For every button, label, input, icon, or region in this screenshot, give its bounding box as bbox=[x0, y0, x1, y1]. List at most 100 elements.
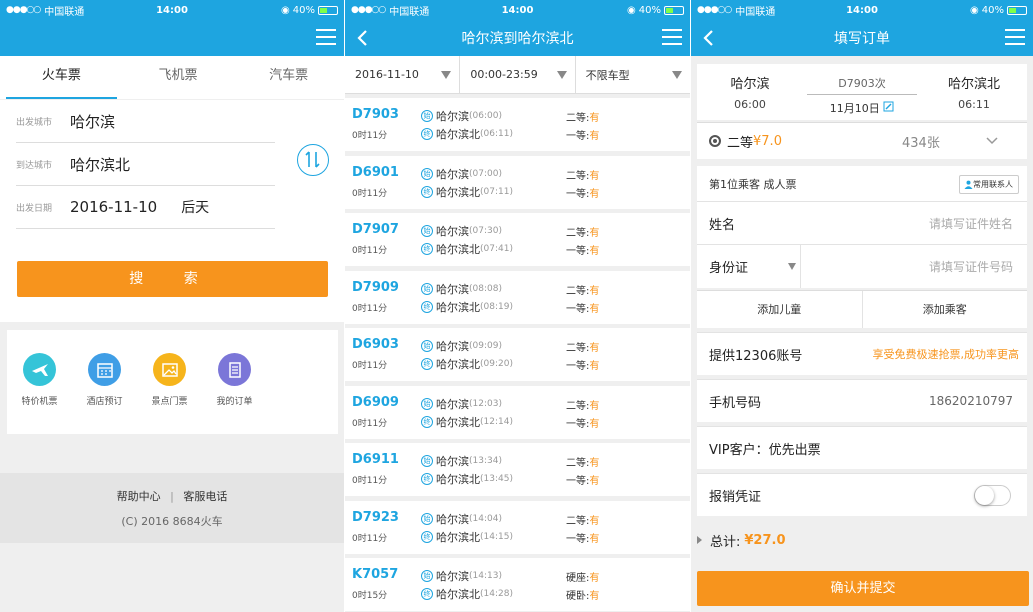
total-amount: ¥27.0 bbox=[744, 532, 786, 548]
arrival-time: (08:19) bbox=[480, 301, 513, 312]
start-station-icon: 始 bbox=[421, 167, 433, 180]
add-passenger-button[interactable]: 添加乘客 bbox=[863, 291, 1028, 328]
seat-class: 二等: bbox=[566, 285, 590, 297]
train-row[interactable]: D6903 0时11分始哈尔滨 (09:09) 终哈尔滨北 (09:20) 二等:有 一等:… bbox=[345, 328, 690, 381]
seat-availability: 有 bbox=[589, 303, 600, 315]
menu-icon[interactable] bbox=[662, 29, 682, 47]
seat-class: 二等: bbox=[566, 400, 590, 412]
time-filter[interactable]: 00:00-23:59 bbox=[460, 56, 576, 93]
seat-price: ¥7.0 bbox=[753, 133, 782, 149]
seat-class: 一等: bbox=[566, 131, 590, 142]
departure-station: 哈尔滨 bbox=[436, 110, 469, 123]
train-row[interactable]: D6909 0时11分始哈尔滨 (12:03) 终哈尔滨北 (12:14) 二等:有 一等:… bbox=[345, 385, 690, 439]
navbar: 哈尔滨到哈尔滨北 bbox=[345, 20, 690, 56]
frequent-contacts-button[interactable]: 常用联系人 bbox=[959, 175, 1019, 194]
filter-label: 00:00-23:59 bbox=[470, 68, 538, 81]
tab-flight[interactable]: 飞机票 bbox=[123, 56, 234, 99]
swap-icon[interactable] bbox=[297, 144, 329, 176]
tab-bus[interactable]: 汽车票 bbox=[233, 56, 344, 99]
id-type-select[interactable]: 身份证 bbox=[709, 245, 801, 288]
train-row[interactable]: D7903 0时11分始哈尔滨 (06:00) 终哈尔滨北 (06:11) 二等:有 一等:… bbox=[345, 98, 690, 151]
train-type-filter[interactable]: 不限车型 bbox=[576, 56, 690, 93]
seat-availability: 有 bbox=[589, 400, 600, 412]
from-label: 出发城市 bbox=[16, 117, 53, 128]
date-filter[interactable]: 2016-11-10 bbox=[345, 56, 461, 93]
arrival-station: 哈尔滨北 bbox=[436, 588, 480, 601]
seat-class: 硬卧: bbox=[566, 591, 590, 602]
edit-icon[interactable] bbox=[883, 101, 894, 112]
name-field[interactable]: 姓名 请填写证件姓名 bbox=[697, 202, 1027, 245]
seat-class: 一等: bbox=[566, 246, 590, 257]
name-placeholder: 请填写证件姓名 bbox=[928, 216, 1013, 231]
seat-class: 二等: bbox=[566, 170, 590, 182]
quick-flight[interactable]: 特价机票 bbox=[7, 353, 72, 434]
quick-scenic[interactable]: 景点门票 bbox=[137, 353, 202, 434]
seat-class: 二等: bbox=[566, 458, 590, 469]
departure-time: (09:09) bbox=[469, 341, 502, 351]
search-button[interactable]: 搜 索 bbox=[17, 261, 328, 297]
passenger-heading: 第1位乘客 成人票 bbox=[709, 177, 797, 191]
date-field[interactable]: 出发日期 2016-11-10 后天 bbox=[16, 186, 275, 229]
battery-icon bbox=[318, 5, 338, 15]
start-station-icon: 始 bbox=[421, 225, 433, 237]
back-icon[interactable] bbox=[353, 27, 373, 49]
navbar: 填写订单 bbox=[691, 20, 1033, 56]
menu-icon[interactable] bbox=[1005, 29, 1025, 47]
back-icon[interactable] bbox=[699, 27, 719, 49]
seat-availability: 有 bbox=[589, 573, 600, 584]
travel-date[interactable]: 11月10日 bbox=[807, 100, 917, 116]
filter-label: 不限车型 bbox=[585, 68, 630, 82]
seat-class: 一等: bbox=[566, 303, 590, 315]
battery-icon bbox=[1007, 5, 1027, 15]
chevron-down-icon[interactable] bbox=[985, 133, 999, 147]
phone-value: 18620210797 bbox=[929, 394, 1013, 408]
ticket-type-tabs: 火车票 飞机票 汽车票 bbox=[0, 56, 344, 99]
train-row[interactable]: D6911 0时11分始哈尔滨 (13:34) 终哈尔滨北 (13:45) 二等:有 一等:… bbox=[345, 443, 690, 496]
train-duration: 0时11分 bbox=[352, 418, 388, 429]
departure-time: (14:04) bbox=[469, 513, 502, 524]
end-station-icon: 终 bbox=[421, 530, 433, 543]
departure-time: (13:34) bbox=[469, 456, 502, 466]
arrival-station: 哈尔滨北 bbox=[947, 77, 1000, 92]
id-field[interactable]: 身份证 请填写证件号码 bbox=[697, 245, 1027, 288]
train-row[interactable]: D7907 0时11分始哈尔滨 (07:30) 终哈尔滨北 (07:41) 二等:有 一等:… bbox=[345, 213, 690, 266]
from-city-field[interactable]: 出发城市 哈尔滨 bbox=[16, 100, 275, 143]
seat-class: 一等: bbox=[566, 418, 590, 430]
help-center-link[interactable]: 帮助中心 bbox=[117, 490, 161, 503]
seat-availability: 有 bbox=[589, 591, 600, 602]
to-value: 哈尔滨北 bbox=[70, 155, 131, 174]
seat-selector[interactable]: 二等 ¥7.0 434张 bbox=[697, 122, 1027, 159]
submit-button[interactable]: 确认并提交 bbox=[697, 571, 1029, 606]
copyright: (C) 2016 8684火车 bbox=[121, 515, 223, 528]
vip-row: VIP客户： 优先出票 bbox=[697, 426, 1027, 469]
tab-train[interactable]: 火车票 bbox=[6, 56, 117, 99]
support-phone-link[interactable]: 客服电话 bbox=[183, 490, 227, 503]
total-row[interactable]: 总计: ¥27.0 bbox=[691, 522, 1033, 558]
account-row[interactable]: 提供12306账号 享受免费极速抢票,成功率更高 bbox=[697, 332, 1027, 375]
seat-class: 硬座: bbox=[566, 573, 590, 584]
train-number: D6909 bbox=[352, 394, 399, 410]
to-city-field[interactable]: 到达城市 哈尔滨北 bbox=[16, 143, 275, 186]
departure-time: 06:00 bbox=[734, 98, 766, 111]
train-duration: 0时11分 bbox=[352, 131, 388, 141]
phone-row[interactable]: 手机号码 18620210797 bbox=[697, 379, 1027, 422]
lock-icon: ◉ bbox=[627, 4, 636, 16]
end-station-icon: 终 bbox=[421, 358, 433, 370]
receipt-row: 报销凭证 bbox=[697, 473, 1027, 516]
quick-label: 景点门票 bbox=[151, 397, 188, 407]
train-row[interactable]: K7057 0时15分始哈尔滨 (14:13) 终哈尔滨北 (14:28) 硬座:有 硬卧:… bbox=[345, 558, 690, 611]
dropdown-arrow-icon bbox=[556, 71, 567, 79]
menu-icon[interactable] bbox=[316, 29, 336, 47]
quick-hotel[interactable]: 酒店预订 bbox=[72, 353, 137, 434]
seat-availability: 有 bbox=[589, 476, 600, 487]
departure-time: (14:13) bbox=[469, 571, 502, 581]
seat-class: 二等: bbox=[566, 228, 590, 239]
train-row[interactable]: D7909 0时11分始哈尔滨 (08:08) 终哈尔滨北 (08:19) 二等:有 一等:… bbox=[345, 270, 690, 324]
add-child-button[interactable]: 添加儿童 bbox=[697, 291, 863, 328]
train-number: D7903 bbox=[352, 107, 399, 122]
train-row[interactable]: D7923 0时11分始哈尔滨 (14:04) 终哈尔滨北 (14:15) 二等:有 一等:… bbox=[345, 500, 690, 554]
quick-orders[interactable]: 我的订单 bbox=[202, 353, 267, 434]
train-duration: 0时11分 bbox=[352, 246, 388, 256]
receipt-toggle[interactable] bbox=[974, 485, 1011, 506]
train-row[interactable]: D6901 0时11分始哈尔滨 (07:00) 终哈尔滨北 (07:11) 二等:有 一等:… bbox=[345, 155, 690, 209]
